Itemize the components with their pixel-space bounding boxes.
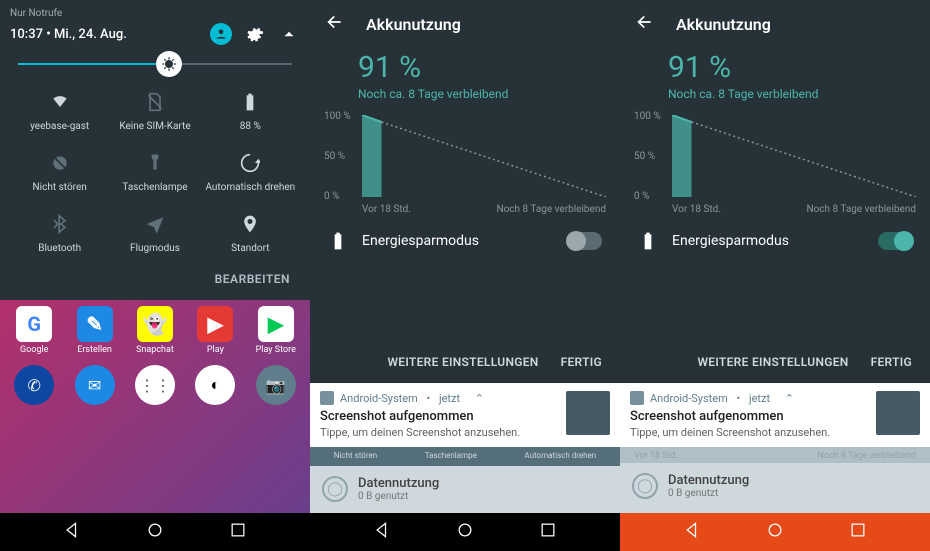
done-button[interactable]: FERTIG (561, 355, 602, 369)
nav-recent-icon[interactable] (538, 520, 558, 544)
app-google[interactable]: GGoogle (7, 306, 61, 355)
battery-saver-row[interactable]: Energiesparmodus (620, 217, 930, 265)
user-avatar-icon[interactable] (210, 23, 232, 45)
brightness-slider[interactable] (18, 63, 292, 65)
more-settings-button[interactable]: WEITERE EINSTELLUNGEN (387, 355, 538, 369)
fav-phone-icon[interactable]: ✆ (14, 365, 54, 405)
battery-chart[interactable]: 100 % 50 % 0 % Vor 18 Std.Noch 8 Tage ve… (634, 111, 916, 211)
back-arrow-icon[interactable] (324, 12, 344, 36)
brightness-thumb-icon[interactable] (156, 51, 182, 77)
android-system-icon (320, 391, 334, 405)
notification-area: Vor 18 Std.Noch 8 Tage verbleibend ◯ Dat… (620, 383, 930, 513)
notification-area: Nicht störenTaschenlampeAutomatisch dreh… (310, 383, 620, 513)
nav-bar (310, 513, 620, 551)
nav-back-icon[interactable] (373, 520, 393, 544)
screenshot-notification[interactable]: Android-System • jetzt ⌃ Screenshot aufg… (620, 383, 930, 447)
nav-home-icon[interactable] (765, 520, 785, 544)
battery-saver-icon (328, 231, 348, 251)
notif-thumbnail[interactable] (876, 391, 920, 435)
battery-saver-row[interactable]: Energiesparmodus (310, 217, 620, 265)
screenshot-notification[interactable]: Android-System • jetzt ⌃ Screenshot aufg… (310, 383, 620, 447)
notif-thumbnail[interactable] (566, 391, 610, 435)
nav-recent-icon[interactable] (228, 520, 248, 544)
quick-settings-screen: Nur Notrufe 10:37 • Mi., 24. Aug. (0, 0, 310, 551)
battery-percent: 91 % (668, 50, 930, 85)
battery-chart[interactable]: 100 % 50 % 0 % Vor 18 Std.Noch 8 Tage ve… (324, 111, 606, 211)
tile-rotate[interactable]: Automatisch drehen (203, 150, 298, 193)
home-favorites-row: ✆ ✉ ⋮⋮ ◐ 📷 (0, 357, 310, 409)
tile-bluetooth[interactable]: Bluetooth (12, 211, 107, 254)
tile-sim[interactable]: Keine SIM-Karte (107, 89, 202, 132)
behind-data-usage-row[interactable]: ◯ Datennutzung0 B genutzt (620, 463, 930, 509)
edit-tiles-button[interactable]: BEARBEITEN (10, 264, 300, 296)
quick-tiles-grid: yeebase-gast Keine SIM-Karte 88 % Nicht … (10, 83, 300, 264)
nav-home-icon[interactable] (455, 520, 475, 544)
battery-saver-icon (638, 231, 658, 251)
tile-location[interactable]: Standort (203, 211, 298, 254)
battery-percent: 91 % (358, 50, 620, 85)
collapse-chevron-icon[interactable] (278, 23, 300, 45)
status-bar-text: Nur Notrufe (10, 8, 300, 19)
expand-chevron-icon[interactable]: ⌃ (475, 392, 484, 405)
battery-estimate: Noch ca. 8 Tage verbleibend (668, 87, 930, 101)
home-app-row: GGoogle ✎Erstellen 👻Snapchat ▶Play ▶Play… (0, 300, 310, 357)
battery-estimate: Noch ca. 8 Tage verbleibend (358, 87, 620, 101)
battery-screen-off: Akkunutzung 91 % Noch ca. 8 Tage verblei… (310, 0, 620, 551)
settings-gear-icon[interactable] (244, 23, 266, 45)
battery-saver-label: Energiesparmodus (672, 233, 864, 249)
app-play[interactable]: ▶Play (188, 306, 242, 355)
behind-data-usage-row[interactable]: ◯ Datennutzung0 B genutzt (310, 466, 620, 512)
app-erstellen[interactable]: ✎Erstellen (68, 306, 122, 355)
battery-saver-label: Energiesparmodus (362, 233, 554, 249)
page-title: Akkunutzung (676, 15, 771, 34)
nav-back-icon[interactable] (63, 520, 83, 544)
fav-chrome-icon[interactable]: ◐ (195, 365, 235, 405)
back-arrow-icon[interactable] (634, 12, 654, 36)
nav-bar (620, 513, 930, 551)
tile-torch[interactable]: Taschenlampe (107, 150, 202, 193)
data-usage-icon: ◯ (322, 476, 348, 502)
qs-datetime: 10:37 • Mi., 24. Aug. (10, 27, 198, 42)
home-screen[interactable]: GGoogle ✎Erstellen 👻Snapchat ▶Play ▶Play… (0, 300, 310, 513)
tile-dnd[interactable]: Nicht stören (12, 150, 107, 193)
app-playstore[interactable]: ▶Play Store (249, 306, 303, 355)
nav-home-icon[interactable] (145, 520, 165, 544)
fav-messages-icon[interactable]: ✉ (75, 365, 115, 405)
app-snapchat[interactable]: 👻Snapchat (128, 306, 182, 355)
tile-wifi[interactable]: yeebase-gast (12, 89, 107, 132)
nav-bar (0, 513, 310, 551)
behind-qs-tabs: Nicht störenTaschenlampeAutomatisch dreh… (310, 445, 620, 466)
fav-camera-icon[interactable]: 📷 (256, 365, 296, 405)
behind-chart-labels: Vor 18 Std.Noch 8 Tage verbleibend (620, 445, 930, 463)
done-button[interactable]: FERTIG (871, 355, 912, 369)
data-usage-icon: ◯ (632, 473, 658, 499)
fav-allapps-icon[interactable]: ⋮⋮ (135, 365, 175, 405)
nav-back-icon[interactable] (683, 520, 703, 544)
expand-chevron-icon[interactable]: ⌃ (785, 392, 794, 405)
page-title: Akkunutzung (366, 15, 461, 34)
more-settings-button[interactable]: WEITERE EINSTELLUNGEN (697, 355, 848, 369)
tile-airplane[interactable]: Flugmodus (107, 211, 202, 254)
battery-saver-toggle[interactable] (568, 232, 602, 250)
battery-screen-on: Akkunutzung 91 % Noch ca. 8 Tage verblei… (620, 0, 930, 551)
battery-saver-toggle[interactable] (878, 232, 912, 250)
android-system-icon (630, 391, 644, 405)
tile-battery[interactable]: 88 % (203, 89, 298, 132)
quick-settings-panel[interactable]: Nur Notrufe 10:37 • Mi., 24. Aug. (0, 0, 310, 300)
nav-recent-icon[interactable] (848, 520, 868, 544)
